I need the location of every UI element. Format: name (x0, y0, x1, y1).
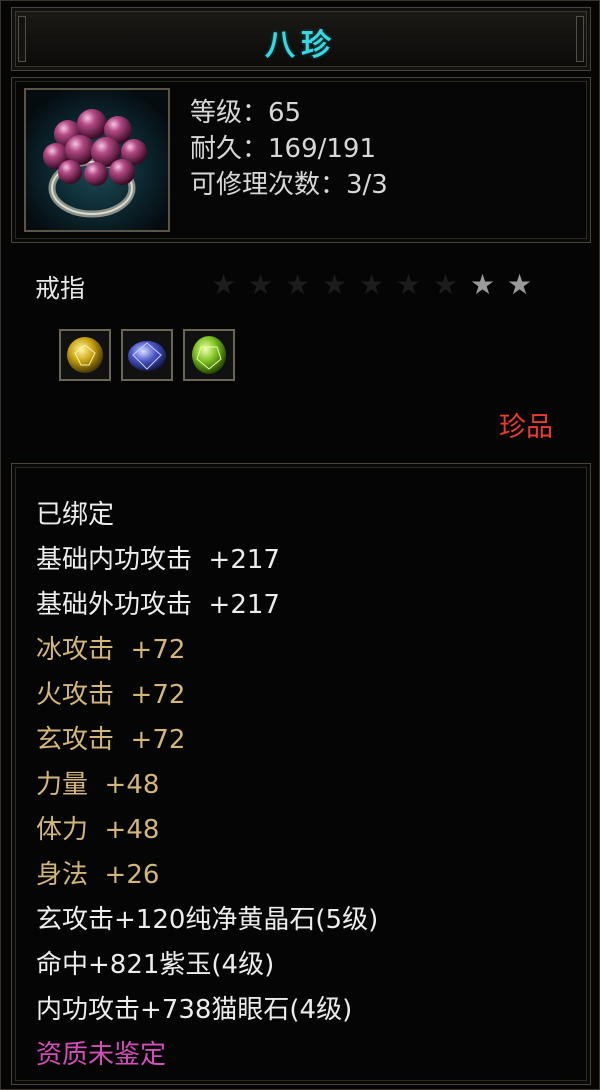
title-bar: 八珍 (11, 7, 591, 71)
star-icon: ★ (433, 268, 459, 301)
level-stat: 等级：65 (190, 98, 302, 128)
star-icon: ★ (396, 268, 422, 301)
rarity-label: 珍品 (499, 412, 553, 443)
star-icon: ★ (470, 268, 496, 301)
star-icon: ★ (322, 268, 348, 301)
item-tooltip: 八珍 等级：65 耐久：169/191 可修理次数：3/3 戒指 ★ ★ ★ ★… (0, 0, 600, 1090)
green-gem-icon (183, 329, 235, 381)
attribute-line: 基础内功攻击 +217 (36, 545, 280, 575)
bind-status: 已绑定 (36, 500, 115, 530)
star-icon: ★ (211, 268, 237, 301)
gem-bonus-line: 内功攻击+738猫眼石(4级) (36, 995, 353, 1025)
repair-count-stat: 可修理次数：3/3 (190, 170, 388, 200)
attribute-panel: 已绑定 基础内功攻击 +217 基础外功攻击 +217 冰攻击 +72 火攻击 … (11, 463, 591, 1085)
attribute-line: 体力 +48 (36, 815, 160, 845)
blue-gem-icon (121, 329, 173, 381)
yellow-gem-icon (59, 329, 111, 381)
gem-bonus-line: 命中+821紫玉(4级) (36, 950, 275, 980)
star-icon: ★ (285, 268, 311, 301)
item-info-panel: 等级：65 耐久：169/191 可修理次数：3/3 (11, 77, 591, 243)
attribute-line: 冰攻击 +72 (36, 635, 186, 665)
attribute-line: 火攻击 +72 (36, 680, 186, 710)
gem-bonus-line: 玄攻击+120纯净黄晶石(5级) (36, 905, 379, 935)
ring-icon (24, 88, 170, 232)
attribute-line: 基础外功攻击 +217 (36, 590, 280, 620)
star-icon: ★ (507, 268, 533, 301)
item-type: 戒指 (35, 274, 86, 303)
attribute-line: 玄攻击 +72 (36, 725, 186, 755)
star-icon: ★ (359, 268, 385, 301)
aptitude-status: 资质未鉴定 (36, 1040, 167, 1070)
attribute-line: 身法 +26 (36, 860, 160, 890)
item-name: 八珍 (265, 28, 337, 63)
star-icon: ★ (248, 268, 274, 301)
durability-stat: 耐久：169/191 (190, 134, 377, 164)
attribute-line: 力量 +48 (36, 770, 160, 800)
